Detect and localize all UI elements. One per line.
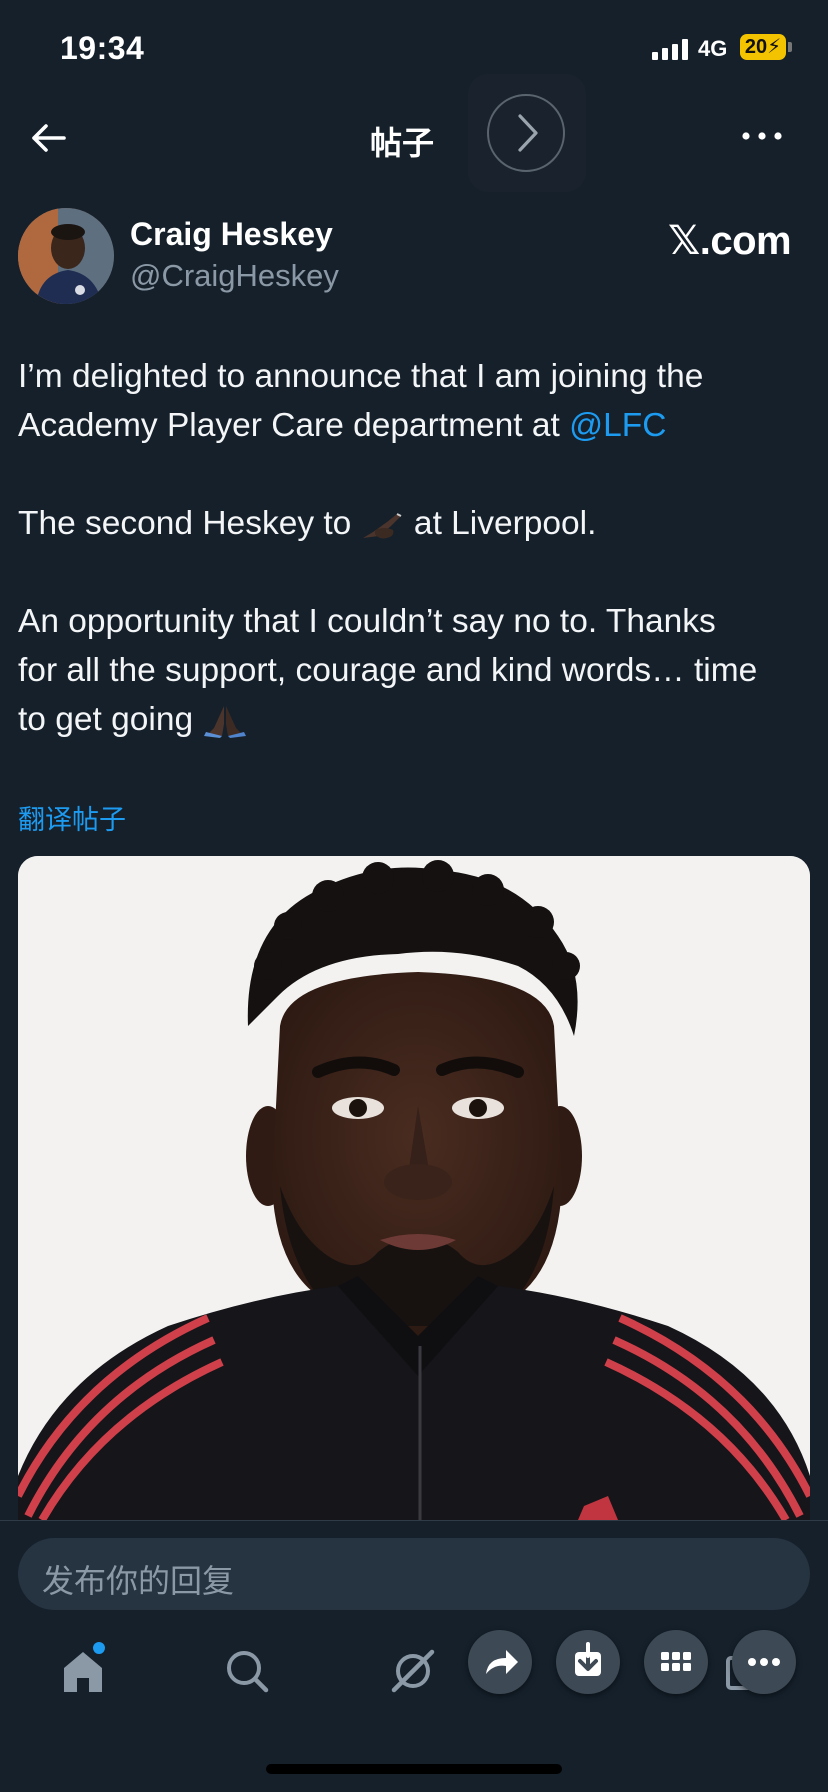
tweet-line: to get going (18, 695, 818, 744)
grid-icon (661, 1652, 691, 1671)
share-button[interactable] (468, 1630, 532, 1694)
user-handle[interactable]: @CraigHeskey (130, 258, 339, 294)
grid-button[interactable] (644, 1630, 708, 1694)
battery-tip (788, 42, 792, 52)
avatar[interactable] (18, 208, 114, 304)
home-indicator (266, 1764, 562, 1774)
folded-hands-icon (204, 706, 247, 739)
reply-placeholder: 发布你的回复 (42, 1563, 235, 1599)
battery-icon: 20⚡ (740, 34, 786, 60)
arrow-left-icon[interactable] (28, 118, 68, 158)
tweet-line-text: The second Heskey to (18, 505, 361, 542)
forward-button[interactable] (487, 94, 565, 172)
overflow-button[interactable] (732, 1630, 796, 1694)
page-title: 帖子 (370, 125, 435, 161)
tweet-line: An opportunity that I couldn’t say no to… (18, 603, 716, 640)
more-icon (748, 1658, 780, 1666)
grok-icon[interactable] (388, 1646, 438, 1696)
avatar-image (18, 208, 114, 304)
tweet-text: I’m delighted to announce that I am join… (18, 352, 818, 744)
display-name[interactable]: Craig Heskey (130, 216, 333, 253)
download-icon (575, 1642, 601, 1676)
more-horizontal-icon[interactable] (740, 126, 784, 146)
tweet-line: Academy Player Care department at @LFC (18, 401, 818, 450)
network-type: 4G (698, 36, 728, 61)
download-button[interactable] (556, 1630, 620, 1694)
battery-level: 20 (744, 36, 768, 58)
tweet-line-text: Academy Player Care department at (18, 407, 570, 444)
tweet-line: I’m delighted to announce that I am join… (18, 358, 704, 395)
tweet-line: The second Heskey to at Liverpool. (18, 499, 818, 548)
writing-hand-icon (362, 513, 402, 539)
x-watermark: 𝕏.com (668, 219, 792, 263)
search-icon[interactable] (222, 1646, 272, 1696)
signal-icon (652, 38, 692, 60)
tweet-image[interactable] (18, 856, 810, 1520)
chevron-right-icon (518, 114, 538, 152)
mention-link[interactable]: @LFC (569, 407, 666, 444)
tweet-line-text: to get going (18, 701, 203, 738)
divider (0, 1520, 828, 1521)
portrait-photo (18, 856, 810, 1520)
share-icon (486, 1650, 518, 1674)
tweet-line-text: at Liverpool. (404, 505, 597, 542)
status-time: 19:34 (60, 30, 145, 66)
tweet-line: for all the support, courage and kind wo… (18, 652, 758, 689)
notification-dot (93, 1642, 105, 1654)
translate-link[interactable]: 翻译帖子 (18, 798, 126, 837)
